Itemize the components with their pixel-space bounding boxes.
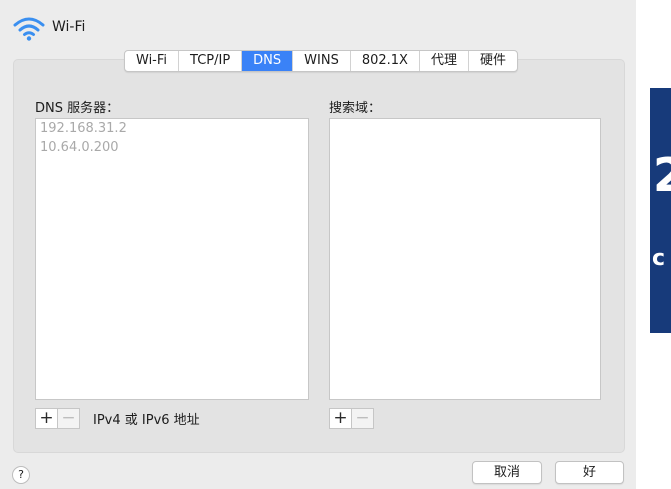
search-domains-label: 搜索域： [329,101,382,116]
background-glyph: 2 [653,148,671,202]
dns-add-remove-control: + − [35,408,80,429]
search-add-remove-control: + − [329,408,374,429]
background-glyph: c [652,246,666,271]
remove-dns-server-button[interactable]: − [57,409,79,428]
dns-server-entry[interactable]: 192.168.31.2 [36,119,308,138]
tab-proxy[interactable]: 代理 [420,51,469,71]
add-dns-server-button[interactable]: + [36,409,57,428]
help-button[interactable]: ? [12,466,30,484]
add-search-domain-button[interactable]: + [330,409,351,428]
tab-wins[interactable]: WINS [293,51,351,71]
tab-tcpip[interactable]: TCP/IP [179,51,243,71]
network-dns-dialog: Wi-Fi Wi-Fi TCP/IP DNS WINS 802.1X 代理 硬件… [0,0,636,489]
dns-hint-text: IPv4 或 IPv6 地址 [93,413,200,428]
tab-dns[interactable]: DNS [242,51,294,71]
dns-servers-label: DNS 服务器： [35,101,120,116]
tab-bar: Wi-Fi TCP/IP DNS WINS 802.1X 代理 硬件 [124,50,518,72]
search-domains-list[interactable] [329,118,601,400]
wifi-icon [13,17,45,41]
tab-wifi[interactable]: Wi-Fi [125,51,180,71]
tab-8021x[interactable]: 802.1X [351,51,420,71]
dns-servers-list[interactable]: 192.168.31.2 10.64.0.200 [35,118,309,400]
background-window-banner [650,88,671,333]
remove-search-domain-button[interactable]: − [351,409,373,428]
dns-server-entry[interactable]: 10.64.0.200 [36,138,308,157]
cancel-button[interactable]: 取消 [472,461,542,484]
window-title: Wi-Fi [52,19,86,35]
tab-hardware[interactable]: 硬件 [469,51,517,71]
ok-button[interactable]: 好 [555,461,624,484]
